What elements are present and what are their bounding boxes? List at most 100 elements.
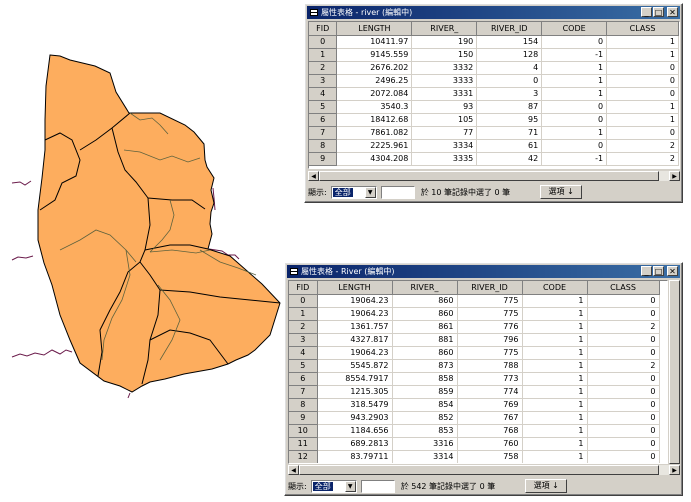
row-fid-cell[interactable]: 6 bbox=[309, 113, 338, 127]
table-row[interactable]: 5 3540.3 93 87 0 1 bbox=[309, 100, 679, 114]
row-fid-cell[interactable]: 10 bbox=[289, 424, 318, 438]
scroll-right-button[interactable]: ▶ bbox=[669, 171, 680, 181]
row-fid-cell[interactable]: 12 bbox=[289, 450, 318, 463]
row-fid-cell[interactable]: 4 bbox=[309, 87, 338, 101]
attribute-table-window-river[interactable]: 屬性表格 - river (編輯中) _ □ ✕ FID LENGTH RIVE… bbox=[304, 3, 683, 203]
chevron-down-icon[interactable]: ▼ bbox=[344, 480, 356, 492]
column-header[interactable]: RIVER_ bbox=[392, 281, 458, 295]
table-row[interactable]: 0 19064.23 860 775 1 0 bbox=[289, 294, 660, 308]
row-fid-cell[interactable]: 9 bbox=[289, 411, 318, 425]
column-header[interactable]: CODE bbox=[522, 281, 588, 295]
table-cell: 93 bbox=[411, 100, 478, 114]
table-row[interactable]: 8 318.5479 854 769 1 0 bbox=[289, 398, 660, 412]
table-row[interactable]: 5 5545.872 873 788 1 2 bbox=[289, 359, 660, 373]
table-row[interactable]: 4 19064.23 860 775 1 0 bbox=[289, 346, 660, 360]
table-row[interactable]: 3 2496.25 3333 0 1 0 bbox=[309, 74, 679, 88]
attribute-grid[interactable]: FID LENGTH RIVER_ RIVER_ID CODE CLASS 01… bbox=[288, 280, 668, 464]
row-fid-cell[interactable]: 9 bbox=[309, 152, 338, 166]
row-fid-cell[interactable]: 5 bbox=[289, 359, 318, 373]
row-fid-cell[interactable]: 2 bbox=[289, 320, 318, 334]
attribute-grid[interactable]: FID LENGTH RIVER_ RIVER_ID CODE CLASS 01… bbox=[308, 21, 680, 169]
row-fid-cell[interactable]: 0 bbox=[309, 35, 338, 49]
row-fid-cell[interactable]: 1 bbox=[309, 48, 338, 62]
show-dropdown[interactable]: 全部 ▼ bbox=[310, 479, 357, 493]
column-header[interactable]: RIVER_ID bbox=[457, 281, 523, 295]
row-fid-cell[interactable]: 3 bbox=[289, 333, 318, 347]
title-bar[interactable]: 屬性表格 - River (編輯中) _ □ ✕ bbox=[287, 265, 680, 278]
title-bar[interactable]: 屬性表格 - river (編輯中) _ □ ✕ bbox=[307, 6, 680, 19]
table-row[interactable]: 3 4327.817 881 796 1 0 bbox=[289, 333, 660, 347]
column-header[interactable]: RIVER_ID bbox=[476, 22, 543, 36]
table-row[interactable]: 7 1215.305 859 774 1 0 bbox=[289, 385, 660, 399]
table-row[interactable]: 4 2072.084 3331 3 1 0 bbox=[309, 87, 679, 101]
scroll-left-button[interactable]: ◀ bbox=[308, 171, 319, 181]
row-fid-cell[interactable]: 3 bbox=[309, 74, 338, 88]
column-header[interactable]: LENGTH bbox=[317, 281, 393, 295]
chevron-down-icon[interactable]: ▼ bbox=[364, 186, 376, 198]
column-header[interactable]: FID bbox=[309, 22, 338, 36]
options-button[interactable]: 選項 ↓ bbox=[540, 185, 583, 199]
column-header[interactable]: RIVER_ bbox=[411, 22, 478, 36]
maximize-button[interactable]: □ bbox=[653, 266, 664, 276]
table-row[interactable]: 0 10411.97 190 154 0 1 bbox=[309, 35, 679, 49]
table-cell: 150 bbox=[411, 48, 478, 62]
table-row[interactable]: 7 7861.082 77 71 1 0 bbox=[309, 126, 679, 140]
table-row[interactable]: 2 1361.757 861 776 1 2 bbox=[289, 320, 660, 334]
attribute-table-window-river-2[interactable]: 屬性表格 - River (編輯中) _ □ ✕ FID LENGTH RIVE… bbox=[284, 262, 683, 496]
scroll-thumb[interactable] bbox=[669, 280, 680, 464]
table-cell: 5545.872 bbox=[317, 359, 393, 373]
row-fid-cell[interactable]: 7 bbox=[289, 385, 318, 399]
table-row[interactable]: 6 18412.68 105 95 0 1 bbox=[309, 113, 679, 127]
table-row[interactable]: 1 9145.559 150 128 -1 1 bbox=[309, 48, 679, 62]
record-input[interactable] bbox=[360, 479, 395, 493]
table-cell: 3333 bbox=[411, 74, 478, 88]
record-input[interactable] bbox=[380, 185, 415, 199]
scroll-thumb[interactable] bbox=[319, 171, 659, 181]
table-cell: 3314 bbox=[392, 450, 458, 463]
column-header[interactable]: CLASS bbox=[587, 281, 660, 295]
minimize-button[interactable]: _ bbox=[641, 7, 652, 17]
scroll-thumb[interactable] bbox=[299, 465, 659, 475]
table-row[interactable]: 10 1184.656 853 768 1 0 bbox=[289, 424, 660, 438]
close-button[interactable]: ✕ bbox=[667, 266, 678, 276]
show-dropdown[interactable]: 全部 ▼ bbox=[330, 185, 377, 199]
table-row[interactable]: 1 19064.23 860 775 1 0 bbox=[289, 307, 660, 321]
options-button[interactable]: 選項 ↓ bbox=[525, 479, 568, 493]
column-header[interactable]: LENGTH bbox=[336, 22, 413, 36]
table-cell: 1 bbox=[522, 372, 588, 386]
maximize-button[interactable]: □ bbox=[653, 7, 664, 17]
row-fid-cell[interactable]: 7 bbox=[309, 126, 338, 140]
row-fid-cell[interactable]: 6 bbox=[289, 372, 318, 386]
table-row[interactable]: 8 2225.961 3334 61 0 2 bbox=[309, 139, 679, 153]
table-cell: 105 bbox=[411, 113, 478, 127]
vertical-scrollbar[interactable] bbox=[669, 280, 680, 464]
column-header[interactable]: CODE bbox=[541, 22, 608, 36]
table-row[interactable]: 9 943.2903 852 767 1 0 bbox=[289, 411, 660, 425]
table-row[interactable]: 6 8554.7917 858 773 1 0 bbox=[289, 372, 660, 386]
header-row: FID LENGTH RIVER_ RIVER_ID CODE CLASS bbox=[309, 22, 679, 36]
column-header[interactable]: FID bbox=[289, 281, 318, 295]
scroll-right-button[interactable]: ▶ bbox=[669, 465, 680, 475]
region-polygon[interactable] bbox=[37, 54, 281, 393]
row-fid-cell[interactable]: 11 bbox=[289, 437, 318, 451]
table-cell: 42 bbox=[476, 152, 543, 166]
horizontal-scrollbar[interactable]: ◀ ▶ bbox=[308, 170, 680, 181]
table-row[interactable]: 11 689.2813 3316 760 1 0 bbox=[289, 437, 660, 451]
table-row[interactable]: 9 4304.208 3335 42 -1 2 bbox=[309, 152, 679, 166]
row-fid-cell[interactable]: 1 bbox=[289, 307, 318, 321]
row-fid-cell[interactable]: 8 bbox=[289, 398, 318, 412]
table-row[interactable]: 12 83.79711 3314 758 1 0 bbox=[289, 450, 660, 463]
row-fid-cell[interactable]: 8 bbox=[309, 139, 338, 153]
horizontal-scrollbar[interactable]: ◀ ▶ bbox=[288, 464, 680, 475]
scroll-left-button[interactable]: ◀ bbox=[288, 465, 299, 475]
table-row[interactable]: 2 2676.202 3332 4 1 0 bbox=[309, 61, 679, 75]
table-cell: 774 bbox=[457, 385, 523, 399]
row-fid-cell[interactable]: 0 bbox=[289, 294, 318, 308]
row-fid-cell[interactable]: 4 bbox=[289, 346, 318, 360]
minimize-button[interactable]: _ bbox=[641, 266, 652, 276]
column-header[interactable]: CLASS bbox=[606, 22, 679, 36]
table-cell: 19064.23 bbox=[317, 294, 393, 308]
row-fid-cell[interactable]: 2 bbox=[309, 61, 338, 75]
close-button[interactable]: ✕ bbox=[667, 7, 678, 17]
row-fid-cell[interactable]: 5 bbox=[309, 100, 338, 114]
